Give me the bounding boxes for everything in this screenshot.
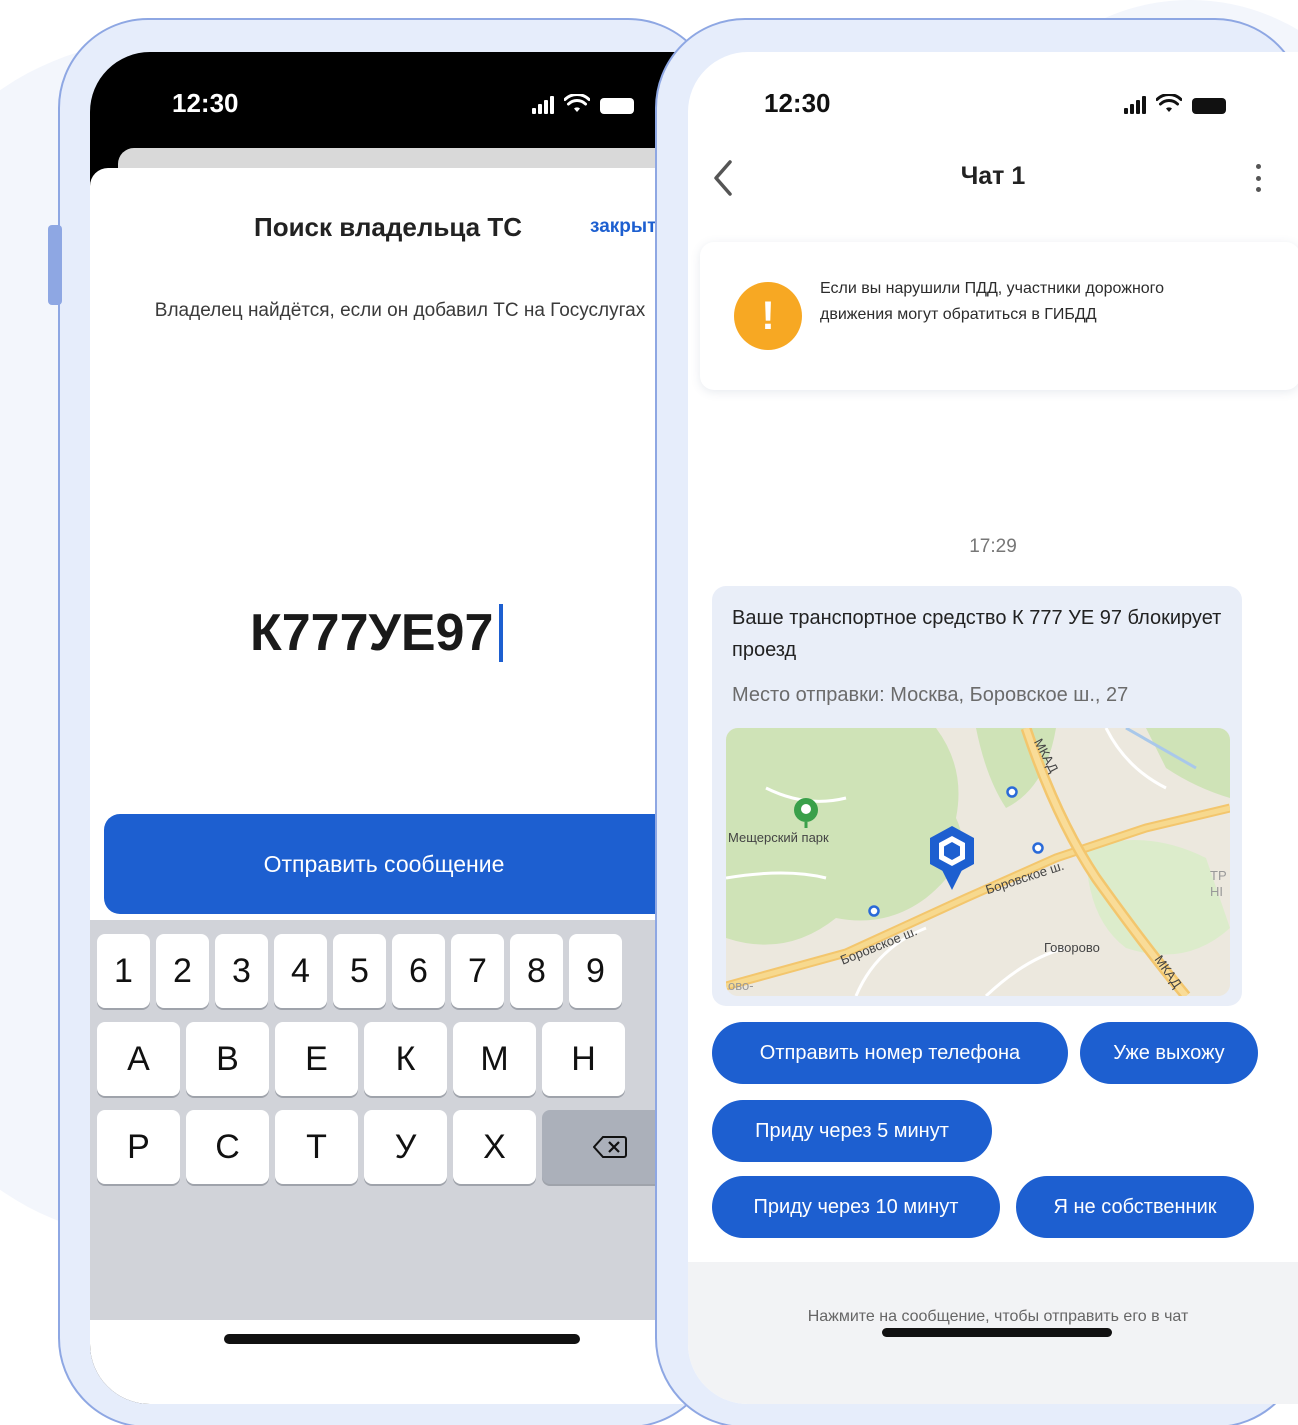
home-indicator (224, 1334, 580, 1344)
key-3[interactable]: 3 (215, 934, 268, 1008)
sheet-title: Поиск владельца ТС (254, 212, 522, 242)
signal-icon (1124, 94, 1146, 114)
send-message-button[interactable]: Отправить сообщение (104, 814, 690, 914)
key-n[interactable]: Н (542, 1022, 625, 1096)
chat-title: Чат 1 (960, 162, 1026, 190)
message-timestamp: 17:29 (969, 536, 1017, 557)
plate-number-value: К777УЕ97 (250, 604, 494, 662)
notice-text: Если вы нарушили ПДД, участники дорожног… (820, 280, 1165, 323)
left-phone-screen: 12:30 Поиск владельца ТС закрыть Владеле… (90, 52, 690, 1404)
key-5[interactable]: 5 (333, 934, 386, 1008)
wifi-icon (1156, 94, 1182, 112)
status-icons (532, 90, 634, 114)
key-9[interactable]: 9 (569, 934, 622, 1008)
quick-reply-send-phone[interactable]: Отправить номер телефона (712, 1022, 1068, 1084)
key-2[interactable]: 2 (156, 934, 209, 1008)
warning-icon: ! (734, 282, 802, 350)
key-r[interactable]: Р (97, 1110, 180, 1184)
backspace-icon (593, 1136, 627, 1158)
sheet-hint: Владелец найдётся, если он добавил ТС на… (154, 300, 646, 321)
home-indicator (882, 1328, 1112, 1337)
key-s[interactable]: С (186, 1110, 269, 1184)
key-u[interactable]: У (364, 1110, 447, 1184)
wifi-icon (564, 94, 590, 112)
message-bubble[interactable]: Ваше транспортное средство К 777 УЕ 97 б… (712, 586, 1242, 1006)
map-graphic (726, 728, 1230, 996)
map-label-partial: НІ (1210, 884, 1223, 899)
right-phone-screen: 12:30 Чат 1 ! Если вы нарушили ПДД, учас… (688, 52, 1298, 1404)
more-options-icon[interactable] (1248, 160, 1268, 196)
key-e[interactable]: Е (275, 1022, 358, 1096)
signal-icon (532, 94, 554, 114)
text-caret (499, 604, 504, 662)
warning-notice: ! Если вы нарушили ПДД, участники дорожн… (700, 242, 1298, 390)
quick-reply-5-minutes[interactable]: Приду через 5 минут (712, 1100, 992, 1162)
key-t[interactable]: Т (275, 1110, 358, 1184)
key-7[interactable]: 7 (451, 934, 504, 1008)
chat-header: Чат 1 (688, 152, 1298, 208)
quick-reply-not-owner[interactable]: Я не собственник (1016, 1176, 1254, 1238)
status-bar: 12:30 (90, 52, 690, 152)
location-map[interactable]: Мещерский парк Боровское ш. Боровское ш.… (726, 728, 1230, 996)
battery-icon (1192, 98, 1226, 114)
key-h[interactable]: Х (453, 1110, 536, 1184)
key-v[interactable]: В (186, 1022, 269, 1096)
key-1[interactable]: 1 (97, 934, 150, 1008)
map-label-park: Мещерский парк (728, 830, 829, 845)
message-location: Место отправки: Москва, Боровское ш., 27 (732, 684, 1129, 706)
status-bar: 12:30 (688, 52, 1298, 152)
quick-reply-10-minutes[interactable]: Приду через 10 минут (712, 1176, 1000, 1238)
status-time: 12:30 (764, 88, 831, 118)
status-time: 12:30 (172, 88, 239, 118)
map-label-partial: ово- (728, 978, 754, 993)
key-4[interactable]: 4 (274, 934, 327, 1008)
keyboard-row-digits: 1 2 3 4 5 6 7 8 9 (97, 934, 622, 1008)
key-k[interactable]: К (364, 1022, 447, 1096)
keyboard: 1 2 3 4 5 6 7 8 9 А В Е К М Н Р С Т У Х (90, 920, 690, 1320)
keyboard-row-letters-1: А В Е К М Н (97, 1022, 625, 1096)
battery-icon (600, 98, 634, 114)
message-text: Ваше транспортное средство К 777 УЕ 97 б… (732, 607, 1222, 661)
plate-number-input[interactable]: К777УЕ97 (250, 603, 504, 663)
footer-hint: Нажмите на сообщение, чтобы отправить ег… (807, 1308, 1189, 1325)
key-6[interactable]: 6 (392, 934, 445, 1008)
phone-side-button (48, 225, 62, 305)
map-label-partial: ТР (1210, 868, 1227, 883)
quick-reply-coming-out[interactable]: Уже выхожу (1080, 1022, 1258, 1084)
key-m[interactable]: М (453, 1022, 536, 1096)
key-8[interactable]: 8 (510, 934, 563, 1008)
status-icons (1124, 90, 1226, 114)
map-label-district: Говорово (1044, 940, 1100, 955)
key-a[interactable]: А (97, 1022, 180, 1096)
keyboard-row-letters-2: Р С Т У Х (97, 1110, 678, 1184)
